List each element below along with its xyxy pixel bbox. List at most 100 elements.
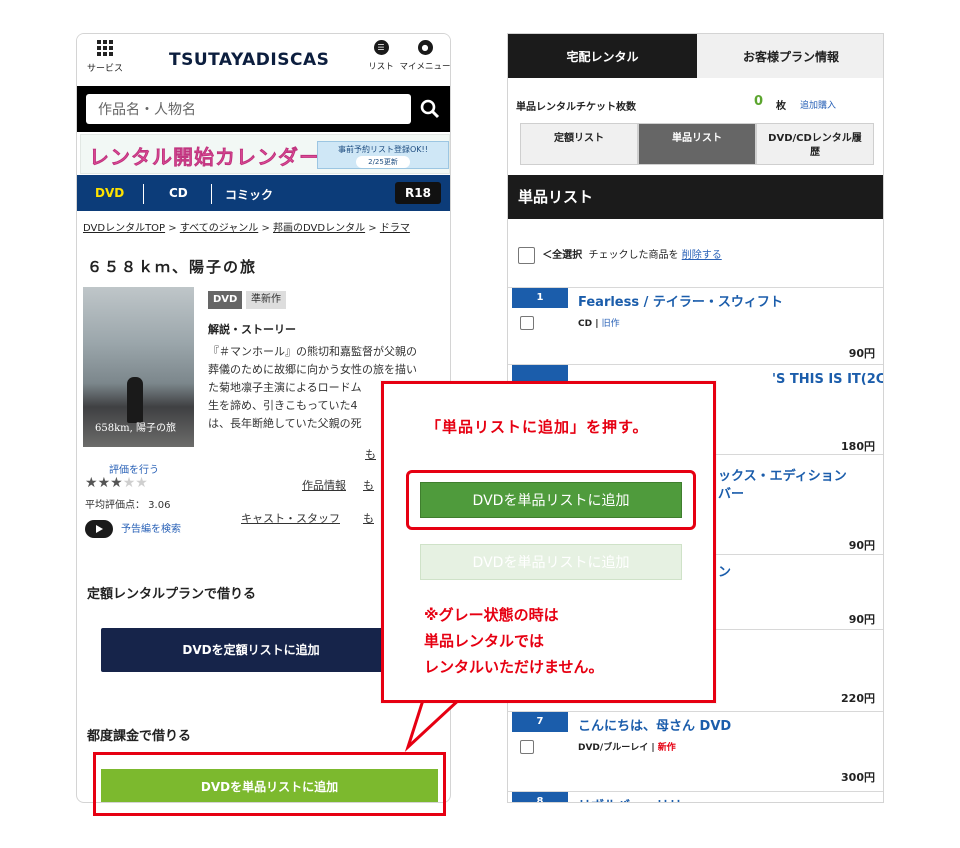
select-all-checkbox[interactable]: [518, 246, 535, 264]
item-title-link[interactable]: ン: [718, 561, 731, 580]
story-line: 葬儀のために故郷に向かう女性の旅を描い: [208, 363, 417, 376]
star-icon: ★: [97, 475, 111, 491]
page-title: ６５８ｋｍ、陽子の旅: [87, 258, 258, 276]
search-input[interactable]: 作品名・人物名: [86, 94, 411, 124]
service-label: サービス: [87, 64, 124, 74]
banner-box-date: 2/25更新: [356, 156, 410, 168]
instruction-callout: 「単品リストに追加」を押す。 DVDを単品リストに追加 DVDを単品リストに追加…: [381, 381, 716, 703]
add-to-single-list-button-active[interactable]: DVDを単品リストに追加: [420, 482, 682, 518]
item-price: 90円: [848, 539, 875, 552]
search-bar: 作品名・人物名: [77, 86, 450, 132]
select-all-label[interactable]: ＜全選択: [542, 250, 582, 261]
info-link[interactable]: 作品情報: [302, 477, 346, 493]
play-icon: [85, 520, 113, 538]
ticket-label: 単品レンタルチケット枚数: [516, 102, 636, 113]
item-price: 90円: [848, 613, 875, 626]
category-cd[interactable]: CD: [169, 186, 188, 200]
item-title-link[interactable]: こんにちは、母さん DVD: [578, 715, 731, 734]
item-price: 90円: [848, 347, 875, 360]
category-nav: DVD CD コミック R18: [77, 175, 450, 211]
breadcrumb-link[interactable]: すべてのジャンル: [180, 223, 258, 234]
add-to-plan-list-button[interactable]: DVDを定額リストに追加: [101, 628, 401, 672]
category-comic[interactable]: コミック: [225, 186, 273, 203]
item-title-link[interactable]: リボルバー・リリー: [578, 795, 695, 802]
star-icon: ★: [110, 475, 123, 491]
mymenu-button[interactable]: ● マイメニュー: [399, 40, 451, 72]
banner-preorder-box: 事前予約リスト登録OK!! 2/25更新: [317, 141, 449, 169]
service-menu-button[interactable]: サービス: [87, 40, 123, 74]
story-heading: 解説・ストーリー: [208, 323, 296, 336]
item-number: 7: [512, 712, 568, 732]
banner-box-text: 事前予約リスト登録OK!!: [338, 145, 428, 154]
breadcrumb-link[interactable]: 邦画のDVDレンタル: [273, 223, 365, 234]
poster-figure: [127, 377, 143, 423]
list-icon: ☰: [373, 40, 389, 55]
item-meta: CD | 旧作: [578, 319, 620, 329]
site-logo[interactable]: TSUTAYADISCAS: [169, 50, 329, 70]
item-title-cont: バー: [718, 483, 744, 502]
callout-pointer: [404, 695, 466, 752]
list-label: リスト: [368, 62, 394, 72]
category-dvd[interactable]: DVD: [95, 186, 124, 200]
item-price: 300円: [841, 771, 875, 784]
star-icon: ★: [85, 475, 98, 491]
tab-single-list[interactable]: 単品リスト: [638, 123, 756, 165]
item-tag: 新作: [657, 743, 676, 753]
trailer-search-link[interactable]: 予告編を検索: [85, 520, 181, 538]
more-link[interactable]: も: [363, 477, 374, 493]
r18-button[interactable]: R18: [395, 182, 441, 204]
more-link[interactable]: も: [365, 446, 376, 462]
tab-rental-history[interactable]: DVD/CDレンタル履 歴: [756, 123, 874, 165]
item-tag: 旧作: [601, 319, 620, 329]
item-title: ックス・エディション: [718, 469, 847, 484]
breadcrumb: DVDレンタルTOP > すべてのジャンル > 邦画のDVDレンタル > ドラマ: [83, 219, 450, 234]
mymenu-label: マイメニュー: [399, 62, 451, 72]
callout-note-line: レンタルいただけません。: [424, 658, 604, 676]
tab-plan-info[interactable]: お客様プラン情報: [697, 34, 883, 78]
list-item: 8 リボルバー・リリー: [508, 791, 883, 802]
callout-note-line: 単品レンタルでは: [424, 632, 545, 650]
average-rating: 平均評価点： 3.06: [85, 500, 171, 511]
release-calendar-banner[interactable]: レンタル開始カレンダー 事前予約リスト登録OK!! 2/25更新: [80, 134, 450, 174]
plan-heading: 定額レンタルプランで借りる: [87, 587, 257, 602]
cast-link[interactable]: キャスト・スタッフ: [241, 510, 340, 526]
breadcrumb-sep: >: [261, 223, 270, 234]
item-title: Fearless: [578, 295, 640, 310]
tab-delivery-rental[interactable]: 宅配レンタル: [508, 34, 697, 78]
buy-tickets-link[interactable]: 追加購入: [800, 98, 836, 111]
list-heading: 単品リスト: [508, 175, 883, 219]
breadcrumb-link[interactable]: ドラマ: [380, 223, 410, 234]
status-badge: 準新作: [246, 291, 286, 309]
item-checkbox[interactable]: [520, 316, 534, 330]
tab-fixed-list[interactable]: 定額リスト: [520, 123, 638, 165]
ticket-count: 0: [754, 94, 764, 109]
search-icon[interactable]: [418, 97, 442, 121]
callout-heading: 「単品リストに追加」を押す。: [426, 418, 649, 436]
highlight-frame: [93, 752, 446, 816]
select-prefix: チェックした商品を: [588, 250, 679, 261]
item-title: バー: [718, 487, 745, 502]
rate-link[interactable]: 評価を行う: [109, 461, 159, 476]
item-title: 'S THIS IS IT(2CD) / マ: [772, 372, 884, 387]
item-checkbox[interactable]: [520, 740, 534, 754]
item-title-link[interactable]: ックス・エディション: [718, 465, 847, 484]
delete-link[interactable]: 削除する: [682, 250, 722, 261]
item-price: 180円: [841, 440, 875, 453]
more-link[interactable]: も: [363, 510, 374, 526]
breadcrumb-link[interactable]: DVDレンタルTOP: [83, 223, 165, 234]
item-title-link[interactable]: Fearless / テイラー・スウィフト: [578, 291, 783, 310]
item-artist: / テイラー・スウィフト: [639, 295, 783, 310]
movie-poster: 658km, 陽子の旅: [83, 287, 194, 447]
format-badge: DVD: [208, 291, 243, 309]
item-number: 1: [512, 288, 568, 308]
poster-text: 658km, 陽子の旅: [95, 423, 176, 434]
ticket-unit: 枚: [776, 101, 786, 112]
star-icon: ★: [122, 475, 136, 491]
list-item: 1 Fearless / テイラー・スウィフト CD | 旧作 90円: [508, 287, 883, 360]
add-to-single-list-button-disabled: DVDを単品リストに追加: [420, 544, 682, 580]
trailer-label: 予告編を検索: [121, 524, 181, 535]
rating-stars[interactable]: ★★★★★: [85, 475, 148, 491]
divider: [143, 184, 144, 204]
item-title-link[interactable]: 'S THIS IS IT(2CD) / マ: [772, 368, 884, 387]
list-button[interactable]: ☰ リスト: [366, 40, 396, 72]
